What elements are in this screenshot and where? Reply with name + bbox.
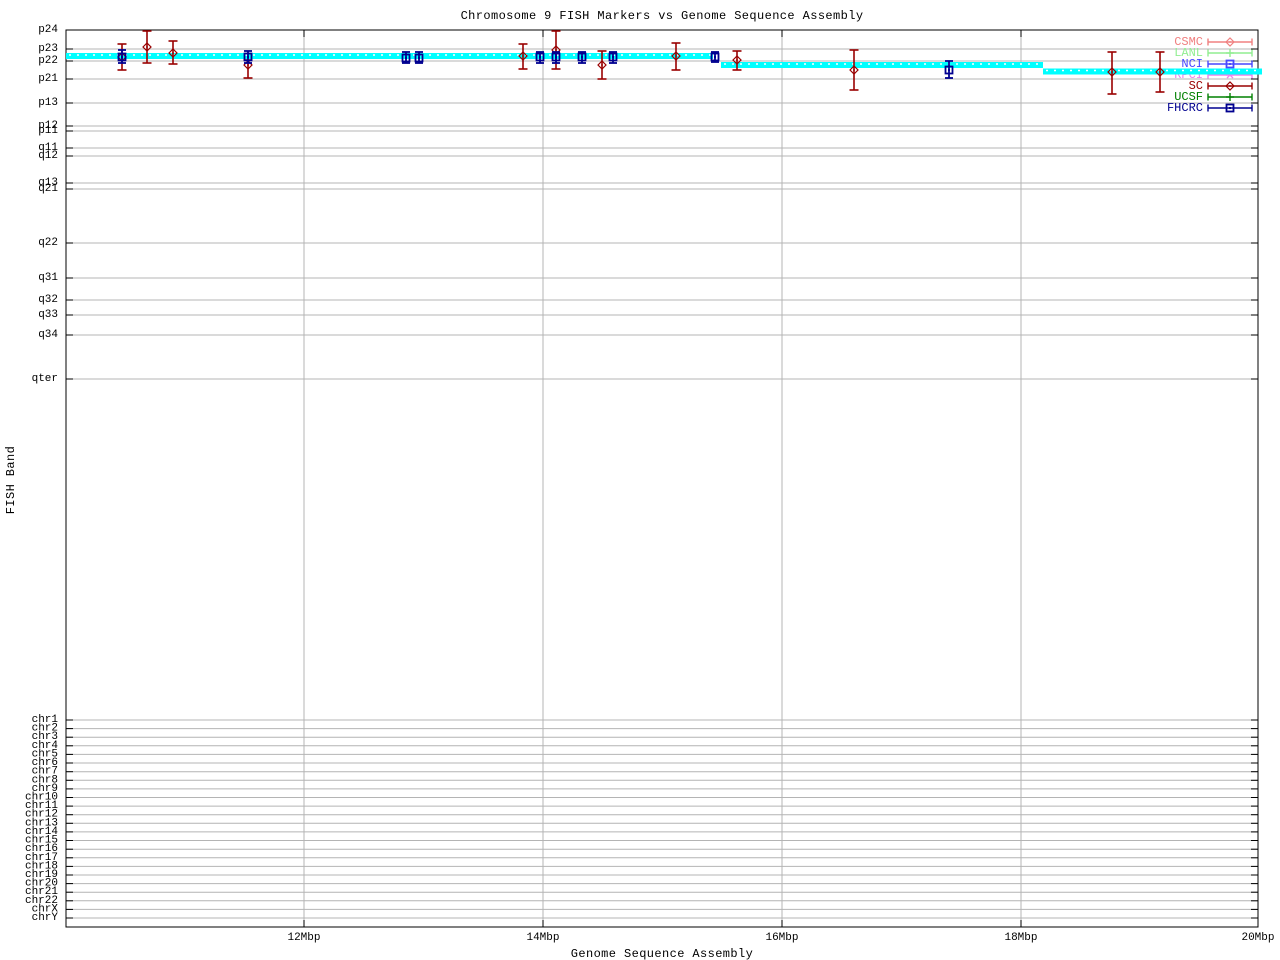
marker-center-dot [736, 59, 738, 61]
marker-center-dot [948, 69, 950, 71]
marker-center-dot [1159, 71, 1161, 73]
marker-center-dot [555, 49, 557, 51]
marker-center-dot [522, 55, 524, 57]
marker-center-dot [247, 56, 249, 58]
marker-center-dot [612, 56, 614, 58]
y-tick-label: q22 [38, 237, 58, 249]
y-tick-label: chrY [32, 912, 59, 924]
x-tick-label: 18Mbp [1004, 932, 1037, 944]
y-tick-label: p11 [38, 125, 58, 137]
y-tick-label: p23 [38, 43, 58, 55]
y-tick-label: q12 [38, 150, 58, 162]
legend-label: FHCRC [1167, 101, 1203, 115]
marker-center-dot [601, 64, 603, 66]
y-tick-label: p13 [38, 97, 58, 109]
marker-center-dot [1229, 85, 1231, 87]
marker-plus [1226, 49, 1234, 57]
x-tick-label: 12Mbp [287, 932, 320, 944]
data-point-FHCRC [401, 51, 411, 64]
x-tick-label: 14Mbp [526, 932, 559, 944]
data-point-FHCRC [577, 51, 587, 64]
marker-center-dot [675, 55, 677, 57]
data-point-FHCRC [117, 49, 127, 64]
marker-center-dot [1229, 41, 1231, 43]
fish-marker-chart-page: Chromosome 9 FISH Markers vs Genome Sequ… [0, 0, 1280, 960]
y-tick-label: q33 [38, 309, 58, 321]
y-tick-label: p24 [38, 24, 58, 36]
marker-center-dot [1229, 63, 1231, 65]
marker-center-dot [418, 57, 420, 59]
marker-center-dot [714, 56, 716, 58]
data-point-SC [1107, 51, 1117, 95]
data-point-FHCRC [608, 51, 618, 64]
x-tick-label: 20Mbp [1241, 932, 1274, 944]
marker-center-dot [247, 64, 249, 66]
marker-center-dot [172, 52, 174, 54]
data-point-FHCRC [243, 50, 253, 64]
marker-center-dot [146, 46, 148, 48]
y-tick-label: q21 [38, 183, 58, 195]
data-point-FHCRC [414, 51, 424, 64]
plot-canvas: p24p23p22p21p13p12p11q11q12q13q21q22q31q… [25, 24, 1275, 944]
marker-center-dot [1229, 107, 1231, 109]
marker-center-dot [405, 57, 407, 59]
plot-border [65, 29, 1259, 928]
y-tick-label: q31 [38, 272, 58, 284]
marker-center-dot [1111, 71, 1113, 73]
marker-center-dot [121, 56, 123, 58]
data-point-FHCRC [551, 51, 561, 64]
y-tick-label: qter [32, 373, 58, 385]
y-tick-label: q32 [38, 294, 58, 306]
gridlines [66, 30, 1258, 927]
x-tick-label: 16Mbp [765, 932, 798, 944]
data-point-SC [671, 42, 681, 71]
marker-center-dot [581, 56, 583, 58]
marker-center-dot [853, 69, 855, 71]
y-tick-label: p21 [38, 73, 58, 85]
marker-center-dot [555, 56, 557, 58]
marker-plus [1226, 93, 1234, 101]
data-point-SC [518, 43, 528, 70]
data-point-SC [849, 49, 859, 91]
y-tick-label: p22 [38, 55, 58, 67]
marker-center-dot [539, 56, 541, 58]
y-tick-label: q34 [38, 329, 58, 341]
data-point-FHCRC [535, 51, 545, 64]
data-point-FHCRC [710, 51, 720, 63]
